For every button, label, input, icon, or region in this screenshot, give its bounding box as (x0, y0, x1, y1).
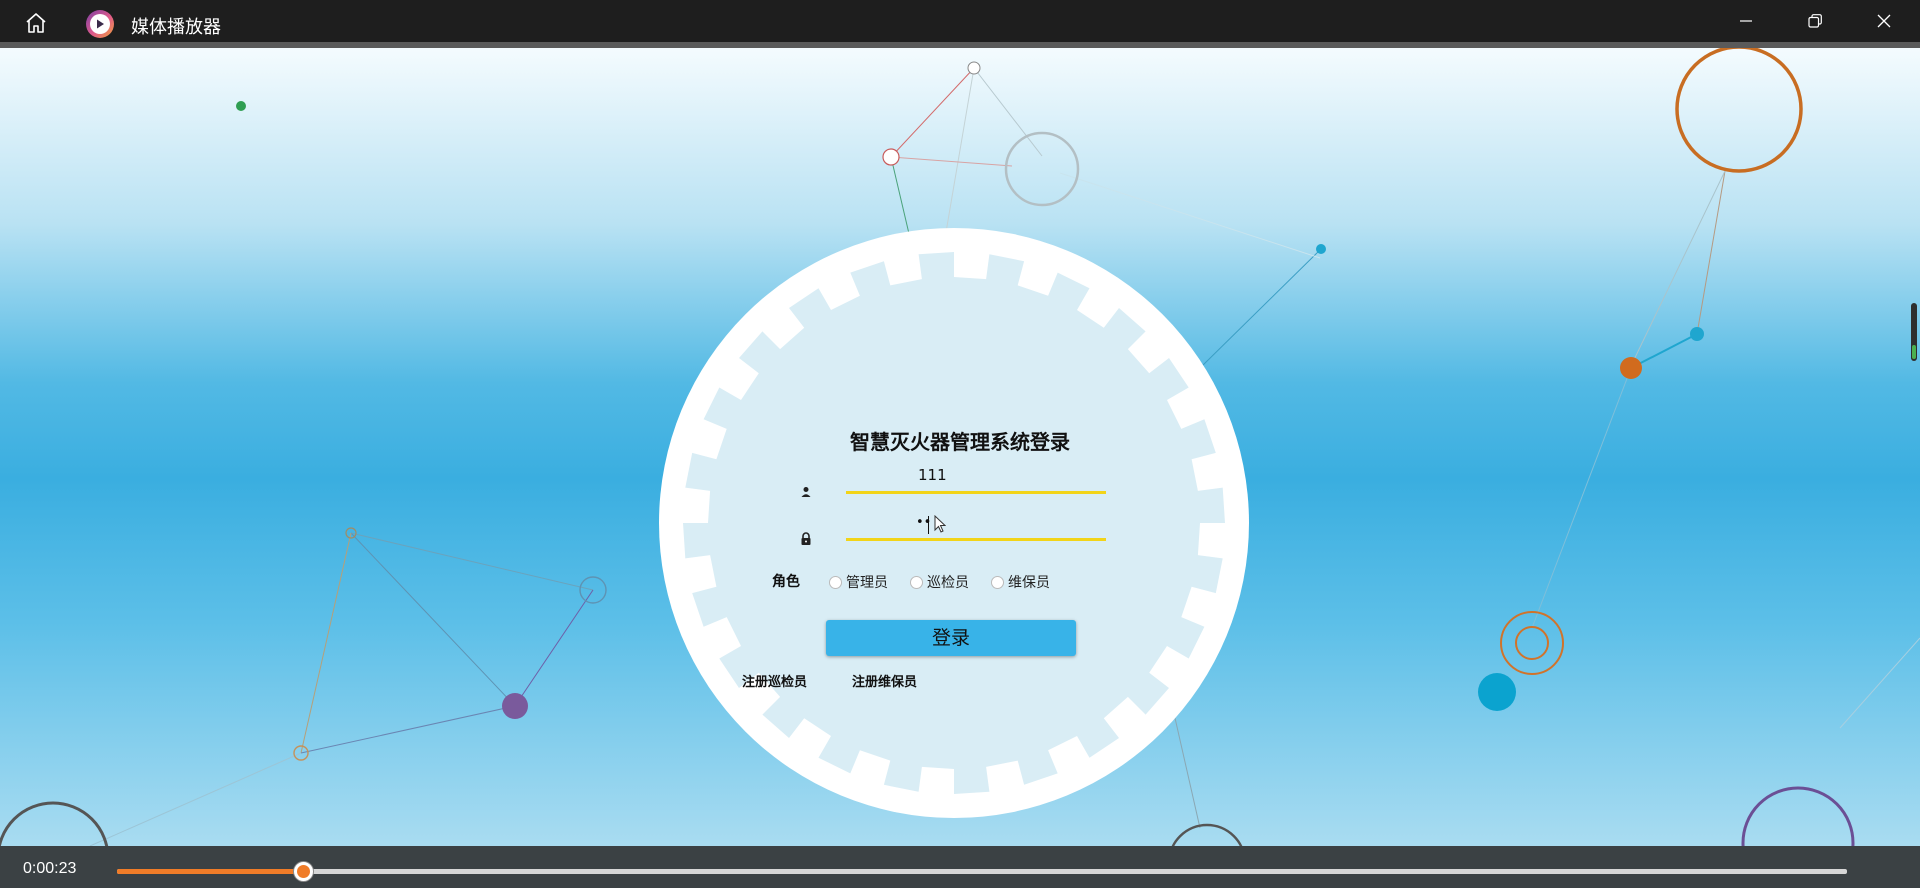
minimize-icon (1740, 20, 1752, 22)
login-card: 智慧灭火器管理系统登录 111 •• 角色 管理员 巡检员 维保员 登录 注册巡… (659, 228, 1249, 818)
role-option-inspector[interactable]: 巡检员 (910, 572, 969, 592)
mouse-cursor-icon (934, 515, 946, 533)
seek-bar-fill (117, 869, 304, 874)
window-title: 媒体播放器 (131, 17, 221, 38)
role-option-maintainer[interactable]: 维保员 (991, 572, 1050, 592)
text-cursor (928, 516, 929, 534)
lock-icon (799, 532, 813, 546)
radio-circle (991, 575, 1004, 589)
role-label: 角色 (772, 574, 800, 590)
minimize-button[interactable] (1712, 0, 1780, 42)
close-button[interactable] (1850, 0, 1918, 42)
role-option-admin[interactable]: 管理员 (829, 572, 888, 592)
username-field[interactable]: 111 (846, 464, 1106, 494)
register-maintainer-link[interactable]: 注册维保员 (852, 671, 917, 690)
restore-icon (1808, 14, 1822, 28)
login-title: 智慧灭火器管理系统登录 (850, 430, 1070, 454)
player-controls: 0:00:23 (0, 846, 1920, 888)
volume-indicator[interactable] (1911, 303, 1917, 361)
login-button[interactable]: 登录 (826, 620, 1076, 656)
register-inspector-link[interactable]: 注册巡检员 (742, 671, 807, 690)
seek-thumb[interactable] (293, 862, 313, 881)
user-icon (799, 485, 813, 499)
username-value: 111 (918, 466, 947, 484)
radio-circle (829, 575, 842, 589)
radio-circle (910, 575, 923, 589)
video-frame[interactable]: 智慧灭火器管理系统登录 111 •• 角色 管理员 巡检员 维保员 登录 注册巡… (0, 48, 1920, 846)
password-value: •• (916, 515, 932, 530)
close-icon (1877, 14, 1891, 28)
password-field[interactable]: •• (846, 511, 1106, 541)
seek-bar[interactable] (117, 862, 1847, 881)
home-icon[interactable] (18, 8, 54, 38)
current-time: 0:00:23 (23, 860, 77, 877)
title-bar: 媒体播放器 (0, 0, 1920, 42)
restore-button[interactable] (1781, 0, 1849, 42)
media-player-app-icon (86, 10, 114, 38)
